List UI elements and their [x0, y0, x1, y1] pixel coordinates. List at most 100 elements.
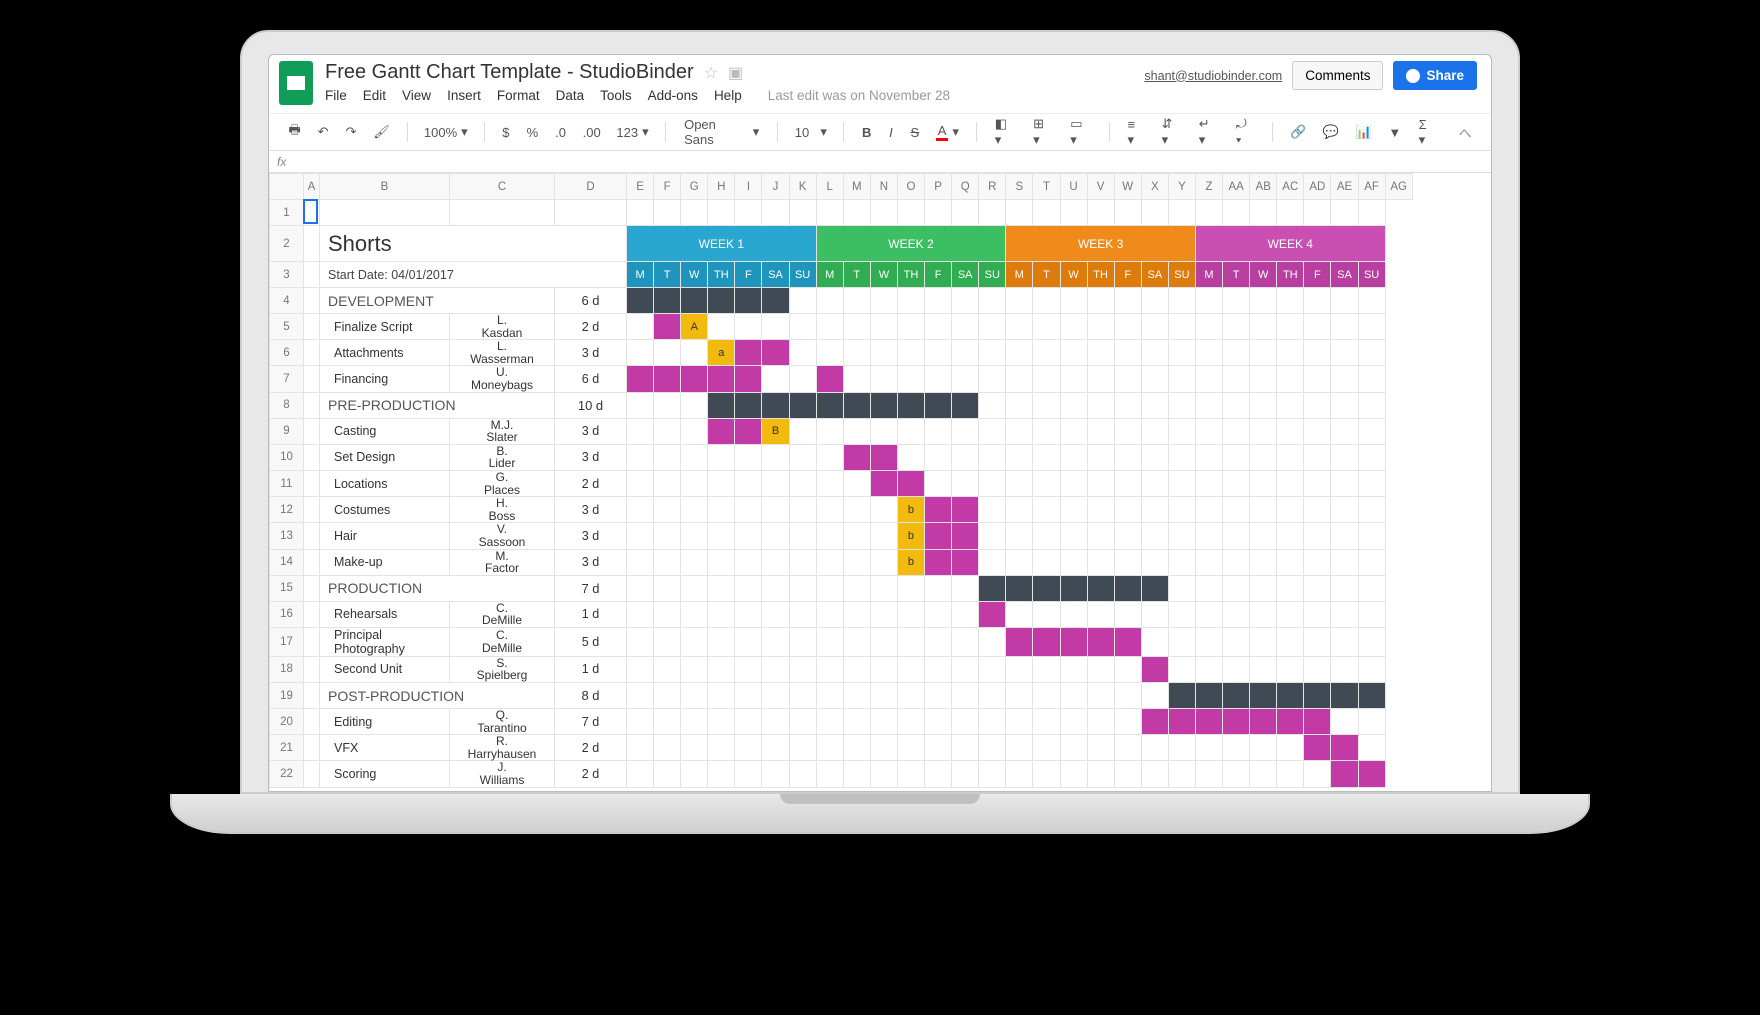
gantt-cell[interactable]	[1006, 683, 1033, 709]
gantt-cell[interactable]	[789, 683, 816, 709]
gantt-cell[interactable]	[843, 575, 870, 601]
gantt-cell[interactable]	[1114, 683, 1141, 709]
gantt-cell[interactable]	[1358, 761, 1385, 787]
gantt-cell[interactable]	[979, 549, 1006, 575]
gantt-cell[interactable]	[925, 627, 952, 656]
gantt-cell[interactable]	[816, 761, 843, 787]
col-header-Z[interactable]: Z	[1195, 174, 1222, 200]
gantt-cell[interactable]	[925, 340, 952, 366]
row-header-5[interactable]: 5	[270, 314, 304, 340]
task-name[interactable]: Hair	[320, 523, 450, 549]
gantt-cell[interactable]	[735, 314, 762, 340]
gantt-cell[interactable]	[1141, 288, 1168, 314]
gantt-cell[interactable]	[1141, 418, 1168, 444]
row-header-8[interactable]: 8	[270, 392, 304, 418]
gantt-cell[interactable]	[654, 601, 681, 627]
gantt-cell[interactable]	[979, 575, 1006, 601]
gantt-cell[interactable]	[1250, 340, 1277, 366]
gantt-cell[interactable]	[654, 761, 681, 787]
gantt-cell[interactable]	[708, 497, 735, 523]
gantt-cell[interactable]	[735, 470, 762, 496]
gantt-cell[interactable]	[843, 392, 870, 418]
row-header-9[interactable]: 9	[270, 418, 304, 444]
gantt-cell[interactable]	[1250, 366, 1277, 392]
gantt-cell[interactable]	[897, 601, 924, 627]
task-assignee[interactable]: Q.Tarantino	[450, 709, 555, 735]
share-button[interactable]: Share	[1393, 61, 1477, 90]
gantt-cell[interactable]	[708, 656, 735, 682]
gantt-cell[interactable]	[1250, 709, 1277, 735]
gantt-cell[interactable]	[1168, 601, 1195, 627]
col-header-Y[interactable]: Y	[1168, 174, 1195, 200]
gantt-cell[interactable]	[1006, 709, 1033, 735]
gantt-cell[interactable]	[1087, 709, 1114, 735]
gantt-cell[interactable]	[843, 761, 870, 787]
gantt-cell[interactable]	[1331, 418, 1358, 444]
gantt-cell[interactable]	[870, 523, 897, 549]
redo-icon[interactable]: ↷	[340, 120, 362, 144]
bold-icon[interactable]: B	[856, 121, 877, 144]
gantt-cell[interactable]	[1195, 314, 1222, 340]
day-header[interactable]: SA	[952, 262, 979, 288]
gantt-cell[interactable]	[1006, 627, 1033, 656]
task-name[interactable]: Costumes	[320, 497, 450, 523]
gantt-cell[interactable]	[952, 418, 979, 444]
gantt-cell[interactable]	[1033, 735, 1060, 761]
gantt-cell[interactable]	[816, 549, 843, 575]
gantt-cell[interactable]	[843, 549, 870, 575]
task-duration[interactable]: 3 d	[555, 497, 627, 523]
row-header-10[interactable]: 10	[270, 444, 304, 470]
gantt-cell[interactable]	[952, 314, 979, 340]
gantt-cell[interactable]	[627, 656, 654, 682]
gantt-cell[interactable]	[952, 549, 979, 575]
gantt-cell[interactable]	[843, 288, 870, 314]
gantt-cell[interactable]	[789, 314, 816, 340]
gantt-cell[interactable]	[1250, 314, 1277, 340]
gantt-cell[interactable]	[681, 523, 708, 549]
gantt-cell[interactable]	[654, 549, 681, 575]
gantt-cell[interactable]	[789, 497, 816, 523]
gantt-cell[interactable]	[1304, 761, 1331, 787]
gantt-cell[interactable]	[1358, 314, 1385, 340]
gantt-cell[interactable]	[627, 601, 654, 627]
gantt-cell[interactable]	[789, 288, 816, 314]
gantt-cell[interactable]	[1250, 418, 1277, 444]
gantt-cell[interactable]	[1168, 497, 1195, 523]
gantt-cell[interactable]	[627, 418, 654, 444]
gantt-cell[interactable]	[708, 549, 735, 575]
gantt-cell[interactable]	[1141, 314, 1168, 340]
gantt-cell[interactable]	[870, 418, 897, 444]
day-header[interactable]: T	[843, 262, 870, 288]
gantt-cell[interactable]	[1250, 392, 1277, 418]
gantt-cell[interactable]	[870, 601, 897, 627]
gantt-cell[interactable]	[897, 444, 924, 470]
gantt-cell[interactable]	[1250, 288, 1277, 314]
gantt-cell[interactable]	[1168, 761, 1195, 787]
gantt-cell[interactable]	[816, 575, 843, 601]
gantt-cell[interactable]	[952, 735, 979, 761]
gantt-cell[interactable]	[1358, 340, 1385, 366]
gantt-cell[interactable]	[1331, 314, 1358, 340]
task-duration[interactable]: 3 d	[555, 418, 627, 444]
gantt-cell[interactable]	[1223, 575, 1250, 601]
gantt-cell[interactable]	[1304, 601, 1331, 627]
gantt-cell[interactable]	[1168, 575, 1195, 601]
gantt-cell[interactable]	[843, 523, 870, 549]
gantt-cell[interactable]	[762, 366, 789, 392]
day-header[interactable]: W	[870, 262, 897, 288]
task-name[interactable]: Rehearsals	[320, 601, 450, 627]
gantt-cell[interactable]: b	[897, 497, 924, 523]
gantt-cell[interactable]	[1331, 288, 1358, 314]
gantt-cell[interactable]	[1114, 366, 1141, 392]
row-header-12[interactable]: 12	[270, 497, 304, 523]
col-header-AF[interactable]: AF	[1358, 174, 1385, 200]
day-header[interactable]: TH	[1087, 262, 1114, 288]
gantt-cell[interactable]	[1223, 627, 1250, 656]
task-duration[interactable]: 2 d	[555, 470, 627, 496]
gantt-cell[interactable]	[627, 470, 654, 496]
gantt-cell[interactable]	[1006, 418, 1033, 444]
task-duration[interactable]: 6 d	[555, 366, 627, 392]
gantt-cell[interactable]	[789, 418, 816, 444]
col-header-AA[interactable]: AA	[1223, 174, 1250, 200]
task-duration[interactable]: 3 d	[555, 523, 627, 549]
